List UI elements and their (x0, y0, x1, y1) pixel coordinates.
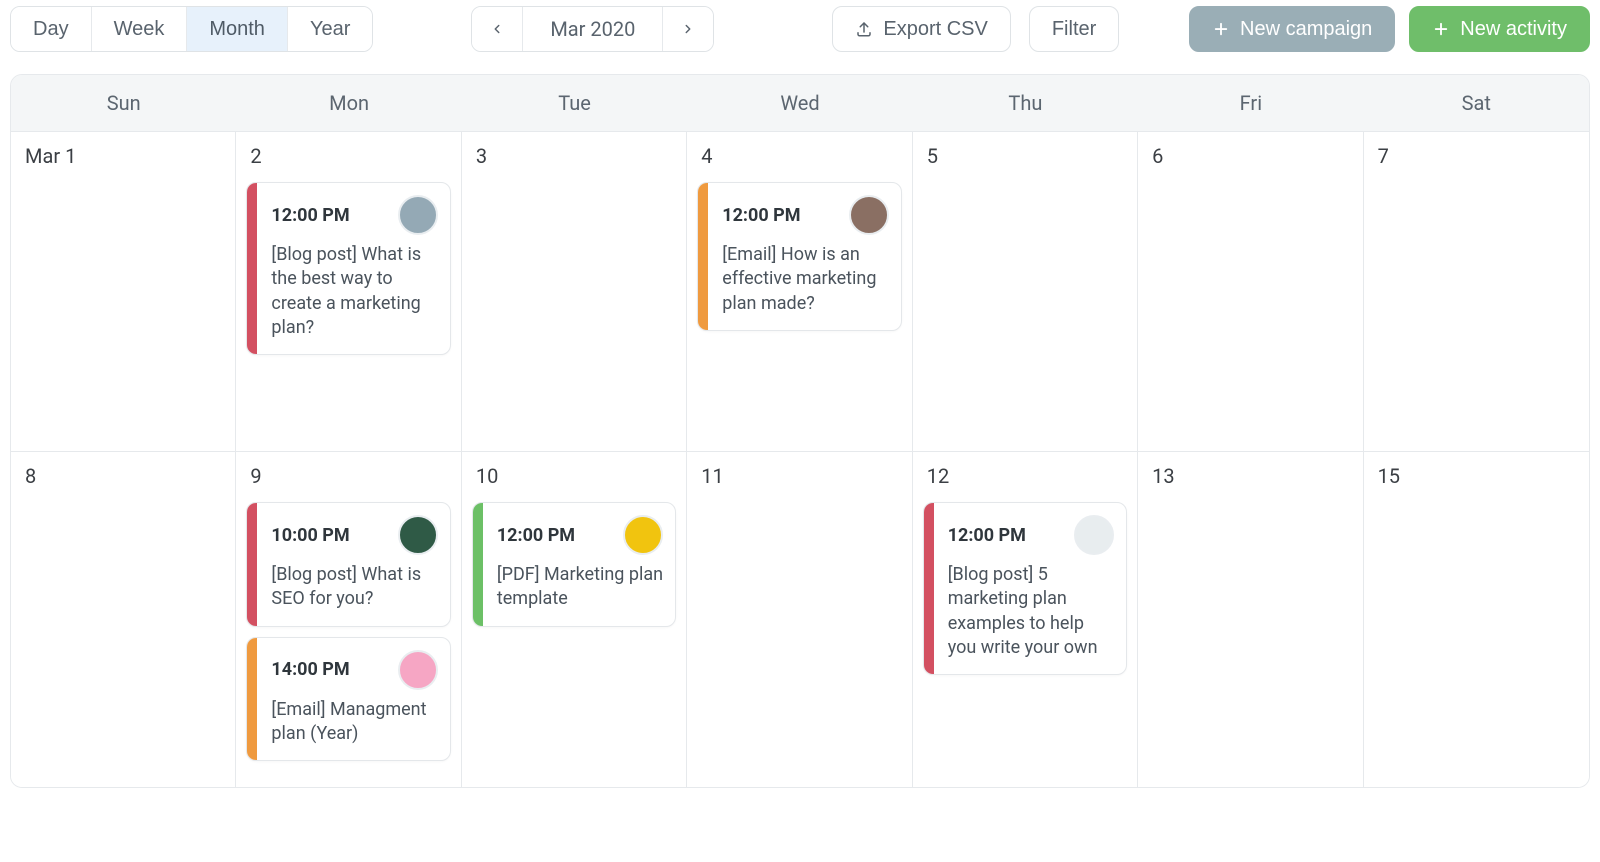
avatar (398, 650, 438, 690)
calendar: SunMonTueWedThuFriSat Mar 1 2 12:00 PM [Blo… (10, 74, 1590, 788)
day-cell[interactable]: 2 12:00 PM [Blog post] What is the best wa… (236, 131, 461, 451)
event-color-stripe (247, 183, 257, 354)
event-title: [Email] Managment plan (Year) (271, 698, 437, 747)
period-label: Mar 2020 (523, 7, 663, 51)
filter-label: Filter (1052, 17, 1096, 41)
day-cell[interactable]: 4 12:00 PM [Email] How is an effective mar… (687, 131, 912, 451)
event-card[interactable]: 12:00 PM [Blog post] 5 marketing plan exa… (923, 502, 1127, 675)
day-cell[interactable]: 12 12:00 PM [Blog post] 5 marketing plan e… (913, 451, 1138, 787)
event-time: 14:00 PM (271, 659, 349, 680)
dow-header: Sun (11, 75, 236, 131)
event-color-stripe (473, 503, 483, 626)
day-number: 4 (697, 144, 901, 176)
new-campaign-button[interactable]: New campaign (1189, 6, 1395, 52)
prev-period-button[interactable] (472, 7, 523, 51)
day-number: 2 (246, 144, 450, 176)
day-cell[interactable]: 13 (1138, 451, 1363, 787)
day-cell[interactable]: 9 10:00 PM [Blog post] What is SEO for you… (236, 451, 461, 787)
calendar-grid: Mar 1 2 12:00 PM [Blog post] What is the be… (11, 131, 1589, 787)
event-title: [Blog post] What is SEO for you? (271, 563, 437, 612)
day-cell[interactable]: 15 (1364, 451, 1589, 787)
filter-button[interactable]: Filter (1029, 6, 1119, 52)
toolbar: Day Week Month Year Mar 2020 Export CSV Fil… (10, 6, 1590, 64)
dow-header: Thu (913, 75, 1138, 131)
day-cell[interactable]: 7 (1364, 131, 1589, 451)
event-color-stripe (247, 503, 257, 626)
avatar (849, 195, 889, 235)
event-card[interactable]: 14:00 PM [Email] Managment plan (Year) (246, 637, 450, 762)
event-title: [PDF] Marketing plan template (497, 563, 663, 612)
export-csv-label: Export CSV (883, 17, 987, 41)
new-activity-label: New activity (1460, 17, 1567, 41)
day-number: 7 (1374, 144, 1579, 176)
avatar (398, 515, 438, 555)
day-cell[interactable]: Mar 1 (11, 131, 236, 451)
view-tab-day[interactable]: Day (11, 7, 92, 51)
new-campaign-label: New campaign (1240, 17, 1372, 41)
day-number: 5 (923, 144, 1127, 176)
day-number: 12 (923, 464, 1127, 496)
dow-header: Tue (462, 75, 687, 131)
event-time: 10:00 PM (271, 525, 349, 546)
event-card[interactable]: 12:00 PM [Blog post] What is the best way… (246, 182, 450, 355)
day-number: 9 (246, 464, 450, 496)
event-color-stripe (247, 638, 257, 761)
day-cell[interactable]: 11 (687, 451, 912, 787)
event-time: 12:00 PM (271, 205, 349, 226)
day-number: 10 (472, 464, 676, 496)
day-number: 6 (1148, 144, 1352, 176)
event-time: 12:00 PM (722, 205, 800, 226)
plus-icon (1432, 20, 1450, 38)
chevron-left-icon (490, 22, 504, 36)
view-tab-label: Month (209, 18, 265, 40)
avatar (1074, 515, 1114, 555)
day-number: Mar 1 (21, 144, 225, 176)
day-number: 13 (1148, 464, 1352, 496)
dow-header: Wed (687, 75, 912, 131)
day-number: 3 (472, 144, 676, 176)
export-csv-button[interactable]: Export CSV (832, 6, 1010, 52)
dow-header: Mon (236, 75, 461, 131)
period-navigator: Mar 2020 (471, 6, 714, 52)
view-tab-label: Day (33, 18, 69, 40)
calendar-header: SunMonTueWedThuFriSat (11, 75, 1589, 131)
dow-header: Sat (1364, 75, 1589, 131)
event-card[interactable]: 12:00 PM [Email] How is an effective mark… (697, 182, 901, 331)
day-cell[interactable]: 6 (1138, 131, 1363, 451)
day-number: 8 (21, 464, 225, 496)
day-number: 15 (1374, 464, 1579, 496)
day-cell[interactable]: 10 12:00 PM [PDF] Marketing plan template (462, 451, 687, 787)
dow-header: Fri (1138, 75, 1363, 131)
event-time: 12:00 PM (948, 525, 1026, 546)
event-card[interactable]: 10:00 PM [Blog post] What is SEO for you? (246, 502, 450, 627)
view-tab-month[interactable]: Month (187, 7, 288, 51)
event-card[interactable]: 12:00 PM [PDF] Marketing plan template (472, 502, 676, 627)
next-period-button[interactable] (663, 7, 713, 51)
view-tab-label: Year (310, 18, 350, 40)
chevron-right-icon (681, 22, 695, 36)
event-title: [Blog post] What is the best way to crea… (271, 243, 437, 340)
event-title: [Blog post] 5 marketing plan examples to… (948, 563, 1114, 660)
avatar (623, 515, 663, 555)
event-time: 12:00 PM (497, 525, 575, 546)
day-cell[interactable]: 3 (462, 131, 687, 451)
view-tab-year[interactable]: Year (288, 7, 372, 51)
avatar (398, 195, 438, 235)
day-cell[interactable]: 8 (11, 451, 236, 787)
view-segmented-control: Day Week Month Year (10, 6, 373, 52)
event-color-stripe (698, 183, 708, 330)
event-title: [Email] How is an effective marketing pl… (722, 243, 888, 316)
view-tab-label: Week (114, 18, 165, 40)
event-color-stripe (924, 503, 934, 674)
day-cell[interactable]: 5 (913, 131, 1138, 451)
day-number: 11 (697, 464, 901, 496)
view-tab-week[interactable]: Week (92, 7, 188, 51)
export-icon (855, 20, 873, 38)
plus-icon (1212, 20, 1230, 38)
new-activity-button[interactable]: New activity (1409, 6, 1590, 52)
